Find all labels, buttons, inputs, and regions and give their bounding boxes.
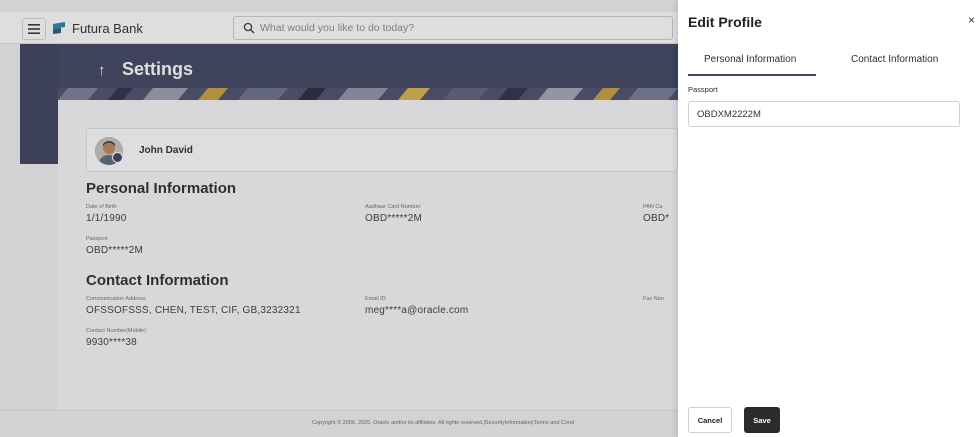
edit-profile-drawer: Edit Profile × Personal Information Cont… [678, 0, 976, 437]
modal-overlay[interactable] [0, 0, 680, 437]
tab-contact-information[interactable]: Contact Information [851, 54, 938, 65]
profile-tabs: Personal Information Contact Information [678, 48, 976, 76]
save-button[interactable]: Save [744, 407, 780, 433]
active-tab-indicator [688, 74, 816, 76]
close-icon[interactable]: × [968, 13, 975, 27]
drawer-title: Edit Profile [688, 14, 762, 30]
passport-input[interactable] [688, 101, 960, 127]
passport-field-label: Passport [688, 85, 718, 94]
cancel-button[interactable]: Cancel [688, 407, 732, 433]
tab-personal-information[interactable]: Personal Information [704, 54, 796, 65]
